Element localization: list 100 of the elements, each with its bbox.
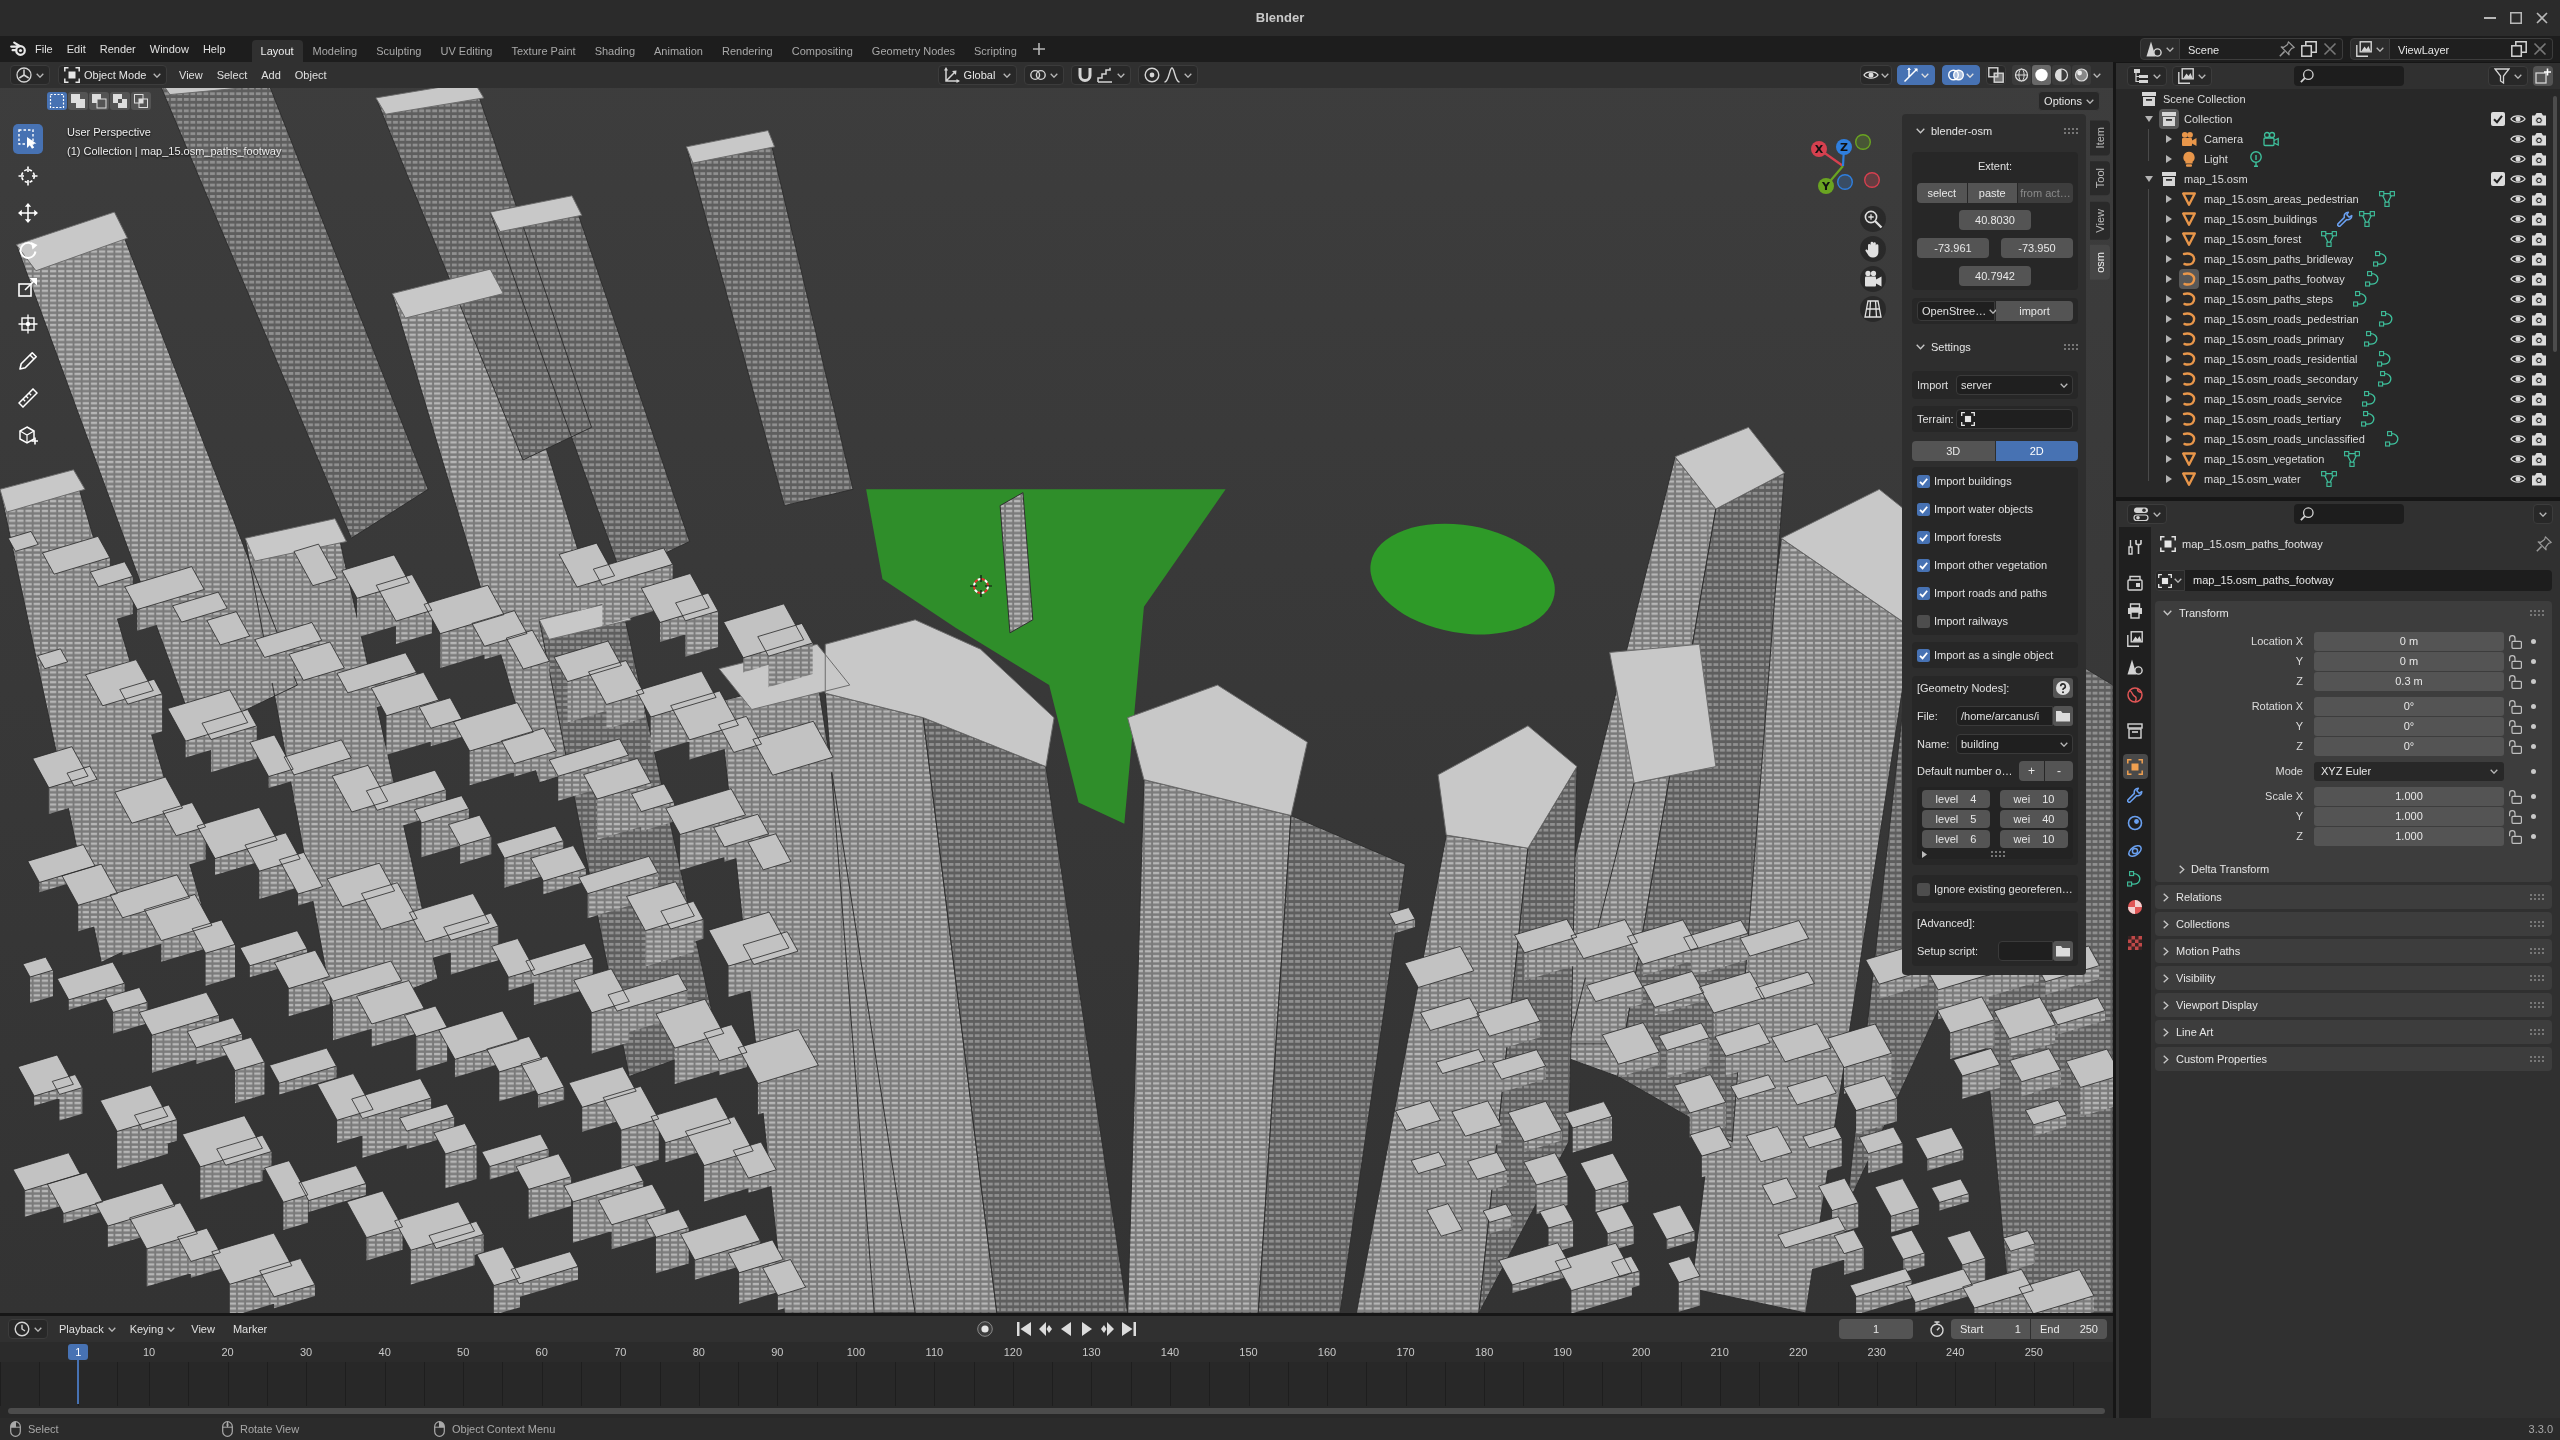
scrollbar[interactable] [2553,96,2557,352]
solid-sphere-icon[interactable] [2032,65,2051,85]
menu-item[interactable]: Object [287,65,334,85]
visibility-dropdown[interactable] [1860,65,1892,85]
checkbox-label[interactable]: Ignore existing georeferen… [1934,882,2073,896]
checkbox[interactable] [1917,530,1930,544]
workspace-tab[interactable]: Scripting [965,40,1026,62]
dashed-square-icon[interactable] [47,92,67,110]
disclosure-triangle-icon[interactable] [2166,335,2172,343]
object-name-field[interactable]: map_15.osm_paths_footway [2185,570,2552,591]
workspace-tab[interactable]: Texture Paint [502,40,585,62]
render-camera-icon[interactable] [2531,371,2547,387]
mesh-data-icon[interactable] [2321,231,2338,247]
open-padlock-icon[interactable] [2509,634,2522,649]
open-padlock-icon[interactable] [2509,699,2522,714]
disclosure-triangle-icon[interactable] [2166,235,2172,243]
keyframe-dot-icon[interactable] [2531,744,2536,749]
disclosure-triangle-icon[interactable] [2166,255,2172,263]
close-icon[interactable] [2533,42,2547,56]
end-frame-field[interactable]: End 250 [2031,1319,2107,1339]
menu-item[interactable]: Render [92,39,143,59]
number-field[interactable]: 0 m [2314,652,2504,671]
workspace-tab[interactable]: UV Editing [431,40,502,62]
number-field[interactable]: 40.8030 [1959,210,2031,230]
disclosure-triangle-icon[interactable] [2166,195,2172,203]
outliner-item[interactable]: Collection [2184,112,2233,126]
eye-icon[interactable] [2510,354,2526,364]
outliner-item[interactable]: map_15.osm_paths_bridleway [2204,252,2354,266]
current-frame-field[interactable]: 1 [1839,1319,1913,1339]
eye-icon[interactable] [2510,114,2526,124]
open-padlock-icon[interactable] [2509,789,2522,804]
outliner-item[interactable]: map_15.osm_paths_footway [2204,272,2345,286]
eye-icon[interactable] [2510,374,2526,384]
chevron-down-icon[interactable] [1916,344,1925,350]
panel-header[interactable]: Relations [2155,885,2552,909]
grip-icon[interactable] [2530,921,2544,927]
open-padlock-icon[interactable] [2509,809,2522,824]
open-padlock-icon[interactable] [2509,739,2522,754]
triangle-icon[interactable] [2179,229,2199,249]
panel-header[interactable]: Visibility [2155,966,2552,990]
disclosure-triangle-icon[interactable] [2166,395,2172,403]
curve-data-icon[interactable] [2364,271,2381,287]
grip-icon[interactable] [2530,610,2544,616]
render-camera-icon[interactable] [2531,171,2547,187]
workspace-tab[interactable]: Geometry Nodes [862,40,964,62]
checkbox-label[interactable]: Import as a single object [1934,648,2054,662]
tool-button[interactable] [13,124,43,154]
sidebar-tab[interactable]: View [2090,201,2110,240]
options-dropdown[interactable]: Options [2038,91,2100,111]
keyframe-dot-icon[interactable] [2531,724,2536,729]
keyframe-dot-icon[interactable] [2531,794,2536,799]
maximize-icon[interactable] [2510,12,2522,24]
workspace-tab[interactable]: Sculpting [367,40,431,62]
app-logo-icon[interactable] [10,41,26,57]
open-padlock-icon[interactable] [2509,674,2522,689]
chevron-down-icon[interactable] [2163,610,2172,616]
y-axis-handle[interactable]: Y [1818,165,1844,194]
disclosure-triangle-icon[interactable] [2166,315,2172,323]
menu-item[interactable]: Edit [59,39,93,59]
curve-data-icon[interactable] [2378,311,2395,327]
curve-data-icon[interactable] [2384,431,2401,447]
keyframe-dot-icon[interactable] [2531,834,2536,839]
open-padlock-icon[interactable] [2509,829,2522,844]
menu-item[interactable]: Help [195,39,233,59]
render-camera-icon[interactable] [2531,391,2547,407]
checkbox[interactable] [2491,172,2505,186]
play-reverse-icon[interactable] [1059,1322,1074,1336]
render-camera-icon[interactable] [2531,151,2547,167]
mode-toggle[interactable]: 3D [1912,441,1995,461]
disclosure-triangle-icon[interactable] [2166,435,2172,443]
disclosure-triangle-icon[interactable] [2166,135,2172,143]
add-button[interactable]: + [2019,761,2044,781]
number-field[interactable]: 0 m [2314,632,2504,651]
number-field[interactable]: wei 40 [2000,810,2068,828]
outliner-item[interactable]: map_15.osm_areas_pedestrian [2204,192,2359,206]
render-camera-icon[interactable] [2531,451,2547,467]
pin-icon[interactable] [2536,536,2552,552]
crosshair-icon[interactable] [970,575,992,597]
number-field[interactable]: wei 10 [2000,790,2068,808]
eye-icon[interactable] [2510,454,2526,464]
chevron-right-icon[interactable] [2163,1000,2169,1010]
script-path-field[interactable] [1998,941,2053,961]
object-selector-button[interactable] [2155,570,2185,591]
eye-icon[interactable] [2510,134,2526,144]
shaded-sphere-icon[interactable] [2072,65,2091,85]
triangle-icon[interactable] [2179,469,2199,489]
filter-dropdown[interactable] [2488,66,2528,86]
search-field[interactable] [2294,66,2404,86]
mesh-data-icon[interactable] [2344,451,2361,467]
render-camera-icon[interactable] [2531,351,2547,367]
workspace-tab[interactable]: Shading [585,40,645,62]
workspace-tab[interactable]: Modeling [303,40,367,62]
scene-name-field[interactable]: Scene [2180,38,2274,60]
jump-start-icon[interactable] [1017,1322,1032,1336]
extent-button[interactable]: select [1917,183,1967,203]
grip-icon[interactable] [2530,1002,2544,1008]
add-collection-icon[interactable] [2533,66,2553,86]
number-field[interactable]: 0° [2314,697,2504,716]
checkbox[interactable] [1917,558,1930,572]
panel-header[interactable]: Transform [2155,601,2552,625]
